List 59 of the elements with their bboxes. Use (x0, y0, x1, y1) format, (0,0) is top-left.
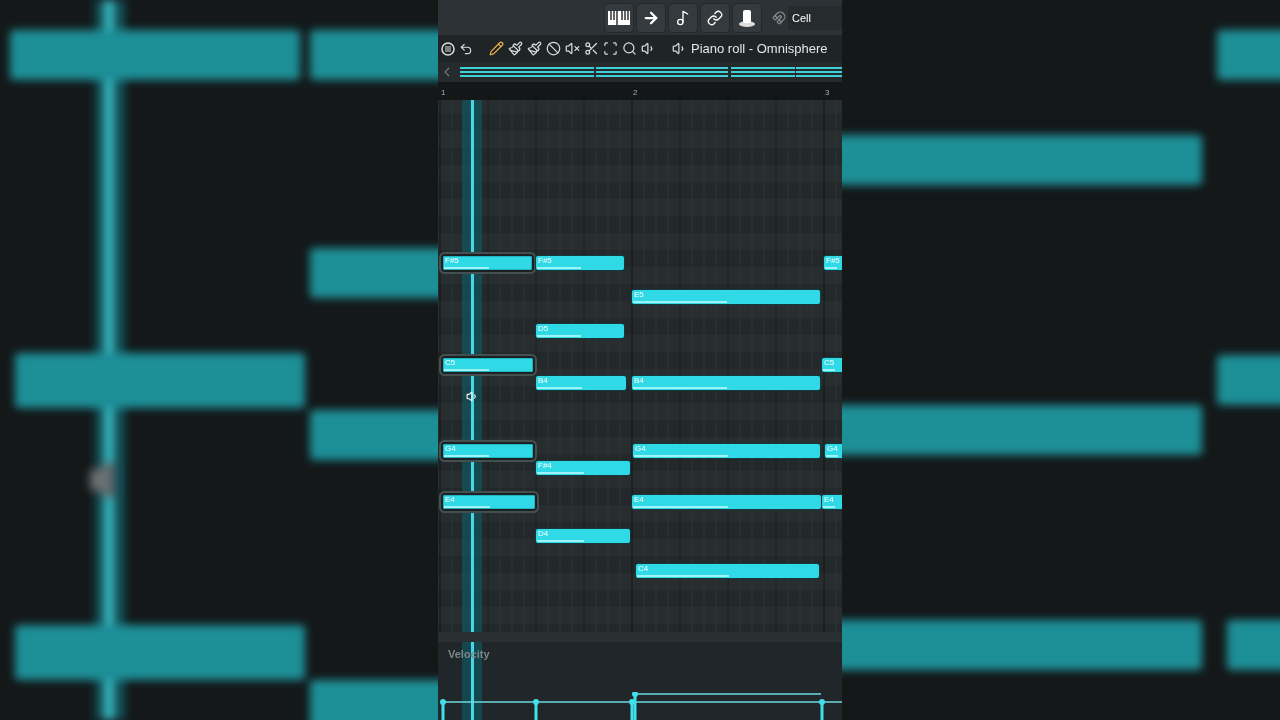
piano-keys-icon (608, 10, 630, 25)
window-title: Piano roll - Omnisphere (691, 39, 828, 58)
note-label: G4 (445, 444, 456, 453)
mute-icon[interactable] (565, 41, 580, 56)
note-label: C4 (638, 564, 649, 573)
bar-number: 1 (441, 87, 446, 99)
note-label: B4 (538, 376, 548, 385)
note[interactable]: F#5 (824, 256, 842, 270)
note[interactable]: B4 (632, 376, 820, 390)
note-icon (675, 9, 691, 26)
note-label: C5 (445, 358, 456, 367)
note[interactable]: D4 (536, 529, 630, 543)
note[interactable]: E5 (632, 290, 820, 304)
arrow-button[interactable] (636, 2, 666, 33)
note-label: F#5 (445, 256, 459, 265)
note[interactable]: F#4 (536, 461, 630, 475)
note[interactable]: C4 (636, 564, 819, 578)
brush-icon[interactable] (527, 41, 542, 56)
note-label: F#5 (826, 256, 840, 265)
note-label: G4 (635, 444, 646, 453)
zoom-icon[interactable] (622, 41, 637, 56)
delete-icon[interactable] (546, 41, 561, 56)
pencil-icon[interactable] (489, 41, 504, 56)
note-label: F#5 (538, 256, 552, 265)
link-button[interactable] (700, 2, 730, 33)
note-label: G4 (827, 444, 838, 453)
menu-icon[interactable] (441, 41, 455, 56)
select-icon[interactable] (603, 41, 618, 56)
note-label: E4 (445, 495, 455, 504)
bar-number: 3 (825, 87, 830, 99)
note-label: E5 (634, 290, 644, 299)
note-label: D4 (538, 529, 549, 538)
speaker-icon (466, 390, 479, 403)
piano-keys-button[interactable] (604, 2, 634, 33)
knob-button[interactable] (732, 2, 762, 33)
note-button[interactable] (668, 2, 698, 33)
note[interactable]: F#5 (536, 256, 624, 270)
note-label: E4 (634, 495, 644, 504)
note-label: C5 (824, 358, 835, 367)
note-label: B4 (634, 376, 644, 385)
magnet-icon[interactable] (772, 10, 786, 25)
undo-icon[interactable] (459, 41, 473, 56)
note-label: E4 (824, 495, 834, 504)
bar-number: 2 (633, 87, 638, 99)
note-label: F#4 (538, 461, 552, 470)
note[interactable]: D5 (536, 324, 624, 338)
note[interactable]: E4 (822, 495, 842, 509)
timeline-ruler[interactable]: 1 2 3 (438, 82, 842, 100)
note-label: D5 (538, 324, 549, 333)
note[interactable]: G4 (633, 444, 820, 458)
slice-icon[interactable] (584, 41, 599, 56)
knob-icon (738, 7, 756, 28)
snap-dropdown[interactable]: Cell (788, 5, 842, 30)
note[interactable]: C5 (822, 358, 842, 372)
brush-icon[interactable] (508, 41, 523, 56)
link-icon (707, 9, 723, 26)
note[interactable]: G4 (825, 444, 842, 458)
note[interactable]: B4 (536, 376, 626, 390)
note[interactable]: E4 (632, 495, 821, 509)
